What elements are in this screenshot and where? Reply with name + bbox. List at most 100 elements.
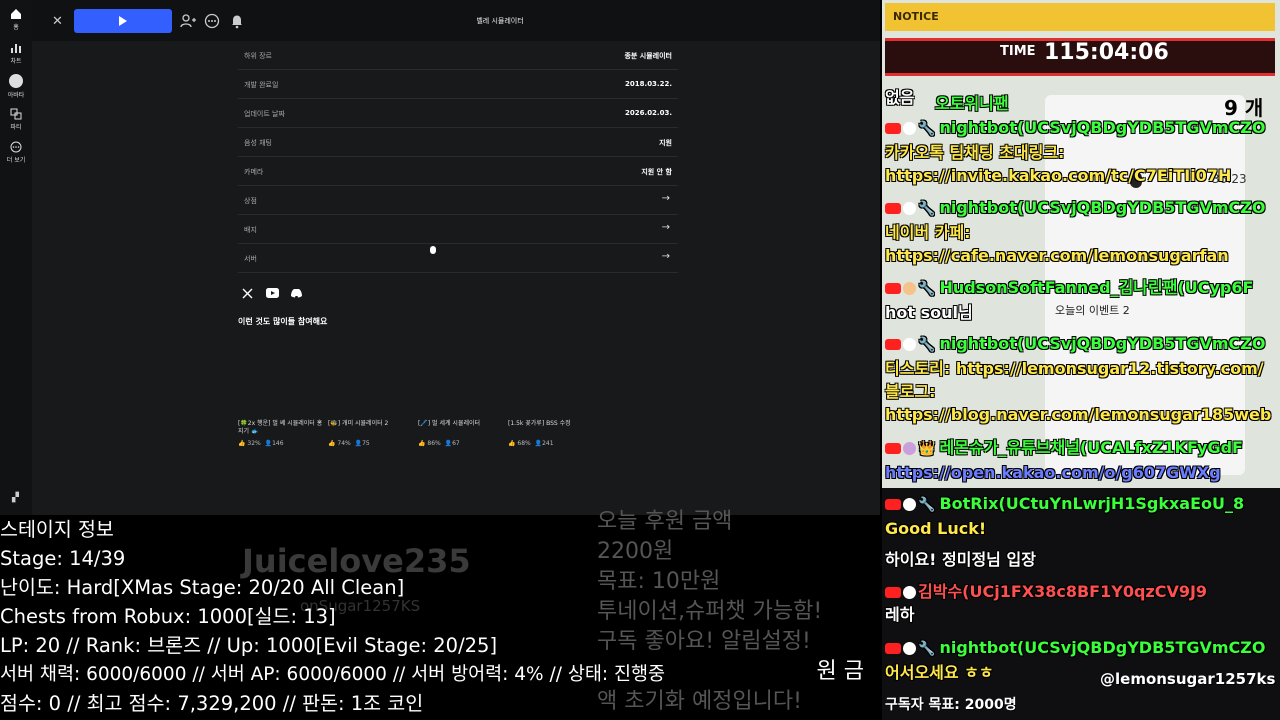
- channel-handle: @lemonsugar1257ks: [1100, 670, 1276, 688]
- wrench-icon: 🔧: [918, 497, 936, 513]
- crown-icon: 👑: [918, 441, 936, 457]
- close-icon[interactable]: ✕: [52, 14, 63, 29]
- info-value: 2026.02.03.: [625, 109, 672, 117]
- sidebar-item-chart[interactable]: 차트: [0, 42, 32, 65]
- donation-goal: 목표: 10만원: [597, 569, 721, 594]
- section-title: 이런 것도 많이들 참여해요: [238, 317, 328, 326]
- chat-author: nightbot(UCSvjQBDgYDB5TGVmCZO: [939, 198, 1266, 217]
- party-icon: [10, 108, 22, 120]
- windows-logo-icon[interactable]: ▞: [12, 493, 19, 503]
- chat-author: nightbot(UCSvjQBDgYDB5TGVmCZO: [939, 334, 1266, 353]
- info-label: 개발 완료일: [244, 81, 279, 89]
- chat-author: HudsonSoftFanned_김나린팬(UCyp6F: [939, 278, 1254, 297]
- sidebar-item-more[interactable]: 더 보기: [0, 141, 32, 164]
- donation-heading: 오늘 후원 금액: [597, 509, 733, 534]
- youtube-icon: [885, 283, 901, 294]
- chat-text: 네이버 카페: https://cafe.naver.com/lemonsuga…: [885, 223, 1229, 265]
- play-button[interactable]: [74, 9, 172, 33]
- chat-text: hot soul님: [885, 303, 973, 322]
- sidebar-item-label: 차트: [10, 58, 22, 65]
- arrow-right-icon: →: [661, 251, 670, 262]
- chat-author: 오토위니팬: [935, 94, 1009, 113]
- youtube-icon: [885, 587, 901, 598]
- sidebar-item-home[interactable]: 홈: [0, 8, 32, 31]
- stage-info-overlay: 스테이지 정보 Stage: 14/39 난이도: Hard[XMas Stag…: [0, 515, 666, 720]
- bell-icon[interactable]: [229, 13, 245, 29]
- sidebar-item-party[interactable]: 파티: [0, 108, 32, 131]
- chat-text: 하이요! 정미정님 입장: [885, 550, 1036, 569]
- like-ratio: 74%: [337, 440, 351, 447]
- chart-icon: [11, 44, 21, 53]
- sidebar-item-label: 파티: [10, 124, 22, 131]
- chat-message: 김박수(UCj1FX38c8BF1Y0qzCV9J9 레하: [885, 580, 1280, 626]
- like-ratio: 32%: [247, 440, 261, 447]
- chat-text: 티스토리: https://lemonsugar12.tistory.com/ …: [885, 359, 1272, 424]
- recommended-game-card[interactable]: [🖊️] 벌 세계 시뮬레이터 👍 86% 👤67: [418, 420, 506, 447]
- info-label: 하위 장르: [244, 52, 272, 60]
- link-row-badges[interactable]: 배지 →: [238, 215, 678, 244]
- sidebar: 홈 차트 아바타 파티 더 보기: [0, 0, 32, 515]
- link-row-store[interactable]: 상점 →: [238, 186, 678, 215]
- stage-info-heading: 스테이지 정보: [0, 518, 114, 541]
- add-friend-icon[interactable]: [180, 13, 196, 29]
- player-count: 146: [272, 440, 284, 447]
- timer-label: TIME: [1000, 44, 1036, 59]
- donation-overlay: 오늘 후원 금액 2200원 목표: 10만원 투네이션,슈퍼챗 가능함! 구독…: [597, 507, 882, 717]
- chat-author: BotRix(UCtuYnLwrjH1SgkxaEoU_8: [939, 494, 1245, 513]
- info-row: 업데이트 날짜 2026.02.03.: [238, 99, 678, 128]
- stage-info-line: 점수: 0 // 최고 점수: 7,329,200 // 판돈: 1조 코인: [0, 692, 424, 715]
- info-row: 음성 채팅 지원: [238, 128, 678, 157]
- info-label: 카메라: [244, 168, 264, 176]
- arrow-right-icon: →: [661, 222, 670, 233]
- more-options-icon[interactable]: [204, 13, 220, 29]
- chat-author: 레몬슈가_유튜브채널(UCALfxZ1KFyGdF: [939, 438, 1243, 457]
- discord-icon[interactable]: [290, 288, 303, 298]
- info-label: 음성 채팅: [244, 139, 272, 147]
- sidebar-item-label: 아바타: [7, 92, 25, 99]
- stage-info-line: Stage: 14/39: [0, 547, 126, 570]
- info-value: 지원: [659, 139, 672, 147]
- play-icon: [119, 16, 127, 26]
- sidebar-item-avatar[interactable]: 아바타: [0, 74, 32, 99]
- link-label: 서버: [244, 255, 257, 263]
- players-icon: 👤: [534, 440, 543, 447]
- game-card-title: [🖊️] 벌 세계 시뮬레이터: [418, 420, 481, 427]
- stage-info-line: 서버 채력: 6000/6000 // 서버 AP: 6000/6000 // …: [0, 664, 666, 685]
- thumbs-up-icon: 👍: [508, 440, 516, 447]
- x-twitter-icon[interactable]: [242, 288, 253, 299]
- recommended-game-card[interactable]: [🐝] 개미 시뮬레이터 2 👍 74% 👤75: [328, 420, 416, 447]
- page-title: 벨레 시뮬레이터: [476, 17, 524, 25]
- info-value: 2018.03.22.: [625, 80, 672, 88]
- sidebar-item-label: 더 보기: [6, 157, 26, 164]
- thumbs-up-icon: 👍: [418, 440, 426, 447]
- players-icon: 👤: [354, 440, 363, 447]
- more-icon: [10, 141, 22, 153]
- avatar: [903, 122, 916, 135]
- info-value: 지원 안 함: [641, 168, 672, 176]
- mouse-cursor: [430, 246, 436, 254]
- youtube-icon: [885, 443, 901, 454]
- wrench-icon: 🔧: [918, 281, 936, 297]
- youtube-icon: [885, 643, 901, 654]
- stage-info-line: 난이도: Hard[XMas Stage: 20/20 All Clean]: [0, 576, 405, 599]
- game-card-title: [🐝] 개미 시뮬레이터 2: [328, 420, 389, 427]
- youtube-icon[interactable]: [266, 288, 279, 298]
- home-icon: [11, 9, 21, 19]
- player-count: 241: [542, 440, 554, 447]
- subscriber-goal: 구독자 목표: 2000명: [885, 697, 1017, 713]
- link-row-servers[interactable]: 서버 →: [238, 244, 678, 273]
- chat-text: 카카오톡 팀채팅 초대링크: https://invite.kakao.com/…: [885, 143, 1232, 185]
- recommended-game-card[interactable]: [1.5k 꽃가루] BSS 수정 👍 68% 👤241: [508, 420, 596, 447]
- recommended-game-card[interactable]: [🍀2x 행운] 벌 쎄 시뮬레이터 홍지기 🐟 👍 32% 👤146: [238, 420, 326, 447]
- chat-text: 없음: [885, 88, 915, 107]
- wrench-icon: 🔧: [918, 337, 936, 353]
- avatar: [903, 586, 916, 599]
- thumbs-up-icon: 👍: [328, 440, 336, 447]
- chat-text: 레하: [885, 605, 915, 624]
- avatar: [903, 498, 916, 511]
- player-count: 67: [452, 440, 460, 447]
- avatar: [903, 282, 916, 295]
- chat-message: 👑 레몬슈가_유튜브채널(UCALfxZ1KFyGdF https://open.…: [885, 436, 1280, 484]
- chat-message: 🔧 BotRix(UCtuYnLwrjH1SgkxaEoU_8 Good Luck…: [885, 492, 1280, 540]
- avatar: [903, 642, 916, 655]
